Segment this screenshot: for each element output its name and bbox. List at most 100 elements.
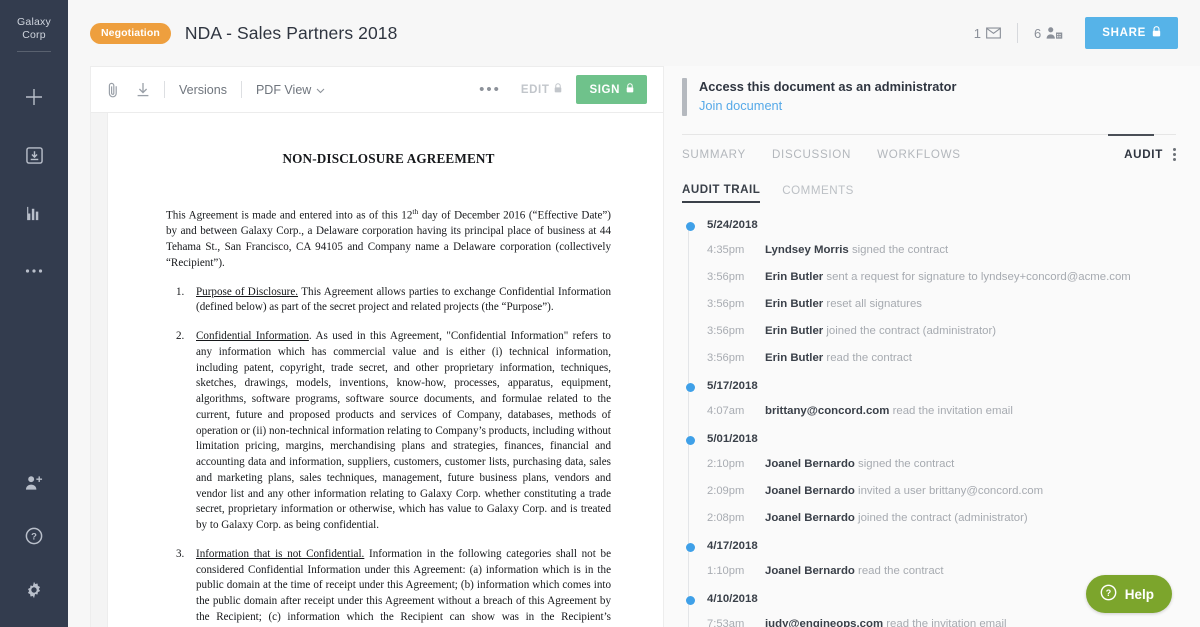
- users-icon: [1046, 26, 1063, 40]
- audit-event: 4:35pm Lyndsey Morris signed the contract: [684, 243, 1176, 258]
- overflow-menu-icon[interactable]: [1173, 148, 1176, 161]
- help-label: Help: [1124, 586, 1154, 602]
- share-button[interactable]: SHARE: [1085, 17, 1178, 49]
- event-text: Joanel Bernardo signed the contract: [765, 457, 954, 472]
- audit-group-date: 5/17/2018: [684, 380, 1176, 393]
- document-toolbar: Versions PDF View ••• EDIT SIGN: [91, 67, 663, 113]
- view-mode-dropdown[interactable]: PDF View: [256, 83, 325, 97]
- members-counter[interactable]: 6: [1034, 26, 1063, 41]
- event-actor: Lyndsey Morris: [765, 244, 849, 256]
- left-rail: Galaxy Corp ?: [0, 0, 68, 627]
- event-time: 1:10pm: [707, 565, 745, 577]
- event-time: 2:09pm: [707, 485, 745, 497]
- event-time: 3:56pm: [707, 298, 745, 310]
- event-actor: Erin Butler: [765, 352, 824, 364]
- admin-access-notice: Access this document as an administrator…: [682, 66, 1176, 116]
- event-time: 3:56pm: [707, 271, 745, 283]
- audit-subtabs: AUDIT TRAIL COMMENTS: [682, 183, 1176, 203]
- clause-title: Confidential Information: [196, 330, 309, 343]
- question-circle-icon[interactable]: ?: [17, 519, 51, 553]
- toolbar-divider-2: [240, 81, 242, 98]
- event-actor: Erin Butler: [765, 298, 824, 310]
- event-actor: judy@engineops.com: [765, 618, 884, 627]
- audit-trail-list[interactable]: 5/24/2018 4:35pm Lyndsey Morris signed th…: [682, 219, 1176, 627]
- event-time: 7:53am: [707, 618, 745, 627]
- bar-chart-icon[interactable]: [17, 196, 51, 230]
- event-time: 4:35pm: [707, 244, 745, 256]
- versions-button[interactable]: Versions: [179, 83, 227, 97]
- event-time: 3:56pm: [707, 325, 745, 337]
- clause-title: Information that is not Confidential.: [196, 547, 365, 560]
- event-text: Erin Butler read the contract: [765, 351, 912, 366]
- document-gutter: [91, 113, 108, 627]
- active-tab-indicator: [1108, 134, 1154, 136]
- event-action: joined the contract (administrator): [854, 512, 1028, 524]
- edit-label: EDIT: [520, 83, 550, 96]
- event-actor: brittany@concord.com: [765, 405, 890, 417]
- event-action: read the invitation email: [883, 618, 1007, 627]
- document-intro: This Agreement is made and entered into …: [166, 207, 611, 272]
- notice-text-group: Access this document as an administrator…: [699, 78, 956, 116]
- edit-button[interactable]: EDIT: [521, 83, 563, 96]
- document-scroll-area[interactable]: NON-DISCLOSURE AGREEMENT This Agreement …: [91, 113, 663, 627]
- audit-event: 3:56pm Erin Butler sent a request for sig…: [684, 270, 1176, 285]
- event-actor: Joanel Bernardo: [765, 565, 855, 577]
- document-clause: Confidential Information. As used in thi…: [166, 329, 611, 534]
- clause-title: Purpose of Disclosure.: [196, 285, 299, 298]
- plus-icon[interactable]: [17, 80, 51, 114]
- event-text: Joanel Bernardo joined the contract (adm…: [765, 511, 1028, 526]
- messages-counter[interactable]: 1: [974, 26, 1001, 41]
- audit-event: 4:07am brittany@concord.com read the invi…: [684, 404, 1176, 419]
- audit-event: 3:56pm Erin Butler reset all signatures: [684, 297, 1176, 312]
- event-action: read the contract: [854, 565, 944, 577]
- svg-text:?: ?: [31, 532, 37, 543]
- document-clause: Purpose of Disclosure. This Agreement al…: [166, 285, 611, 317]
- download-icon[interactable]: [136, 82, 150, 98]
- document-clause-list: Purpose of Disclosure. This Agreement al…: [166, 285, 611, 627]
- document-heading: NON-DISCLOSURE AGREEMENT: [282, 151, 495, 166]
- add-user-icon[interactable]: [17, 465, 51, 499]
- org-logo-line1: Galaxy: [17, 16, 51, 28]
- tab-discussion[interactable]: DISCUSSION: [772, 148, 851, 161]
- event-action: joined the contract (administrator): [823, 325, 997, 337]
- subtab-comments[interactable]: COMMENTS: [782, 184, 854, 202]
- event-action: sent a request for signature to lyndsey+…: [823, 271, 1131, 283]
- audit-group-date: 5/24/2018: [684, 219, 1176, 232]
- paperclip-icon[interactable]: [107, 82, 120, 98]
- inbox-download-icon[interactable]: [17, 138, 51, 172]
- rail-bottom-group: ?: [17, 445, 51, 627]
- audit-event: 2:10pm Joanel Bernardo signed the contrac…: [684, 457, 1176, 472]
- event-action: signed the contract: [848, 244, 949, 256]
- tab-audit[interactable]: AUDIT: [1124, 148, 1163, 161]
- audit-group-date: 5/01/2018: [684, 433, 1176, 446]
- members-count: 6: [1034, 25, 1042, 41]
- audit-group: 5/01/2018 2:10pm Joanel Bernardo signed t…: [684, 433, 1176, 526]
- audit-event: 7:53am judy@engineops.com read the invita…: [684, 617, 1176, 627]
- clause-body: . As used in this Agreement, "Confidenti…: [196, 330, 612, 532]
- document-page: NON-DISCLOSURE AGREEMENT This Agreement …: [108, 113, 663, 627]
- event-actor: Erin Butler: [765, 271, 824, 283]
- subtab-audit-trail[interactable]: AUDIT TRAIL: [682, 183, 761, 203]
- envelope-icon: [986, 27, 1001, 39]
- event-action: read the invitation email: [889, 405, 1013, 417]
- gear-icon[interactable]: [17, 573, 51, 607]
- tab-summary[interactable]: SUMMARY: [682, 148, 746, 161]
- event-time: 2:08pm: [707, 512, 745, 524]
- org-logo-line2: Corp: [22, 29, 46, 41]
- event-actor: Joanel Bernardo: [765, 485, 855, 497]
- event-text: Erin Butler joined the contract (adminis…: [765, 324, 996, 339]
- audit-group: 5/24/2018 4:35pm Lyndsey Morris signed th…: [684, 219, 1176, 366]
- org-logo[interactable]: Galaxy Corp: [17, 16, 51, 52]
- tab-workflows[interactable]: WORKFLOWS: [877, 148, 961, 161]
- page-title: NDA - Sales Partners 2018: [184, 22, 398, 43]
- audit-event: 2:09pm Joanel Bernardo invited a user bri…: [684, 484, 1176, 499]
- help-button[interactable]: ? Help: [1085, 575, 1172, 613]
- event-actor: Erin Butler: [765, 325, 824, 337]
- document-clause: Information that is not Confidential. In…: [166, 547, 611, 627]
- document-more-button[interactable]: •••: [479, 82, 501, 97]
- sign-button[interactable]: SIGN: [576, 75, 647, 104]
- join-document-link[interactable]: Join document: [699, 96, 956, 116]
- ellipsis-icon[interactable]: [17, 254, 51, 288]
- event-actor: Joanel Bernardo: [765, 512, 855, 524]
- status-badge[interactable]: Negotiation: [90, 22, 171, 44]
